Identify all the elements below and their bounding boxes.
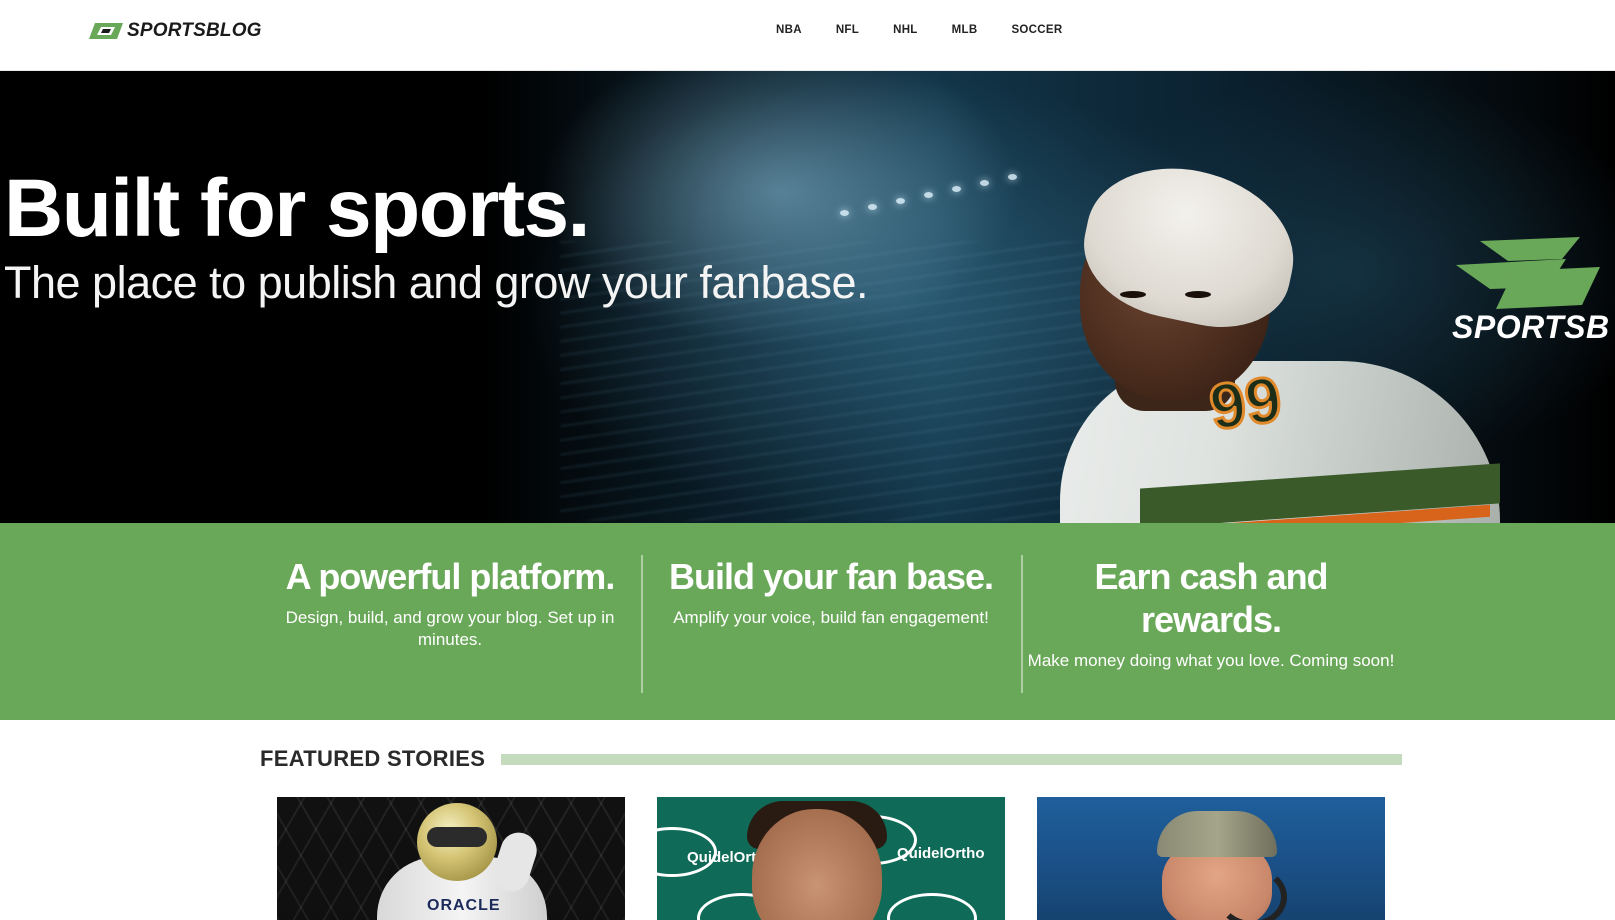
nav-item-soccer[interactable]: SOCCER (1011, 24, 1062, 36)
hero-brand-logo-icon (1450, 231, 1615, 316)
main-nav: NBA NFL NHL MLB SOCCER (776, 24, 1096, 36)
hero-athlete-image: 99 (1060, 121, 1520, 523)
hero-title: Built for sports. (4, 163, 590, 254)
hero-banner: 99 Built for sports. The place to publis… (0, 71, 1615, 523)
feature-title: Earn cash and rewards. (1094, 556, 1328, 640)
feature-description: Make money doing what you love. Coming s… (1027, 651, 1395, 670)
featured-stories-heading: FEATURED STORIES (260, 746, 486, 771)
story-image: QuidelOrtho QuidelOrtho (657, 797, 1005, 920)
feature-title: A powerful platform. (285, 556, 616, 597)
nav-item-nfl[interactable]: NFL (836, 24, 859, 36)
featured-heading-rule (501, 753, 1402, 765)
story-image-text: ORACLE (427, 897, 501, 914)
story-image: ORACLE (277, 797, 625, 920)
nav-item-nba[interactable]: NBA (776, 24, 802, 36)
feature-fan-base: Build your fan base. Amplify your voice,… (641, 555, 1021, 629)
feature-title: Build your fan base. (668, 556, 994, 597)
story-card-racing[interactable]: ORACLE (277, 797, 625, 920)
nav-item-nhl[interactable]: NHL (893, 24, 918, 36)
site-logo-text: SPORTSBLOG (127, 20, 262, 41)
feature-description: Amplify your voice, build fan engagement… (673, 608, 989, 627)
story-card-coach[interactable] (1037, 797, 1385, 920)
hero-brand-text: SPORTSB (1452, 309, 1610, 345)
featured-heading-row: FEATURED STORIES (260, 746, 1402, 772)
site-header: SPORTSBLOG NBA NFL NHL MLB SOCCER (0, 0, 1615, 71)
featured-stories-section: FEATURED STORIES ORACLE QuidelOrtho Quid… (0, 720, 1615, 920)
story-card-press-conference[interactable]: QuidelOrtho QuidelOrtho (657, 797, 1005, 920)
feature-earn-cash: Earn cash and rewards. Make money doing … (1021, 555, 1401, 672)
site-logo[interactable]: SPORTSBLOG (89, 20, 262, 42)
jersey-number: 99 (1204, 361, 1288, 445)
feature-description: Design, build, and grow your blog. Set u… (285, 608, 615, 649)
features-band: A powerful platform. Design, build, and … (0, 523, 1615, 720)
story-image (1037, 797, 1385, 920)
hero-subtitle: The place to publish and grow your fanba… (4, 257, 869, 308)
story-image-text: QuidelOrtho (897, 845, 985, 862)
stadium-lights (840, 166, 1060, 226)
feature-platform: A powerful platform. Design, build, and … (260, 555, 640, 651)
nav-item-mlb[interactable]: MLB (952, 24, 978, 36)
hero-text: Built for sports. The place to publish a… (4, 163, 869, 308)
sportsblog-logo-icon (89, 21, 123, 41)
